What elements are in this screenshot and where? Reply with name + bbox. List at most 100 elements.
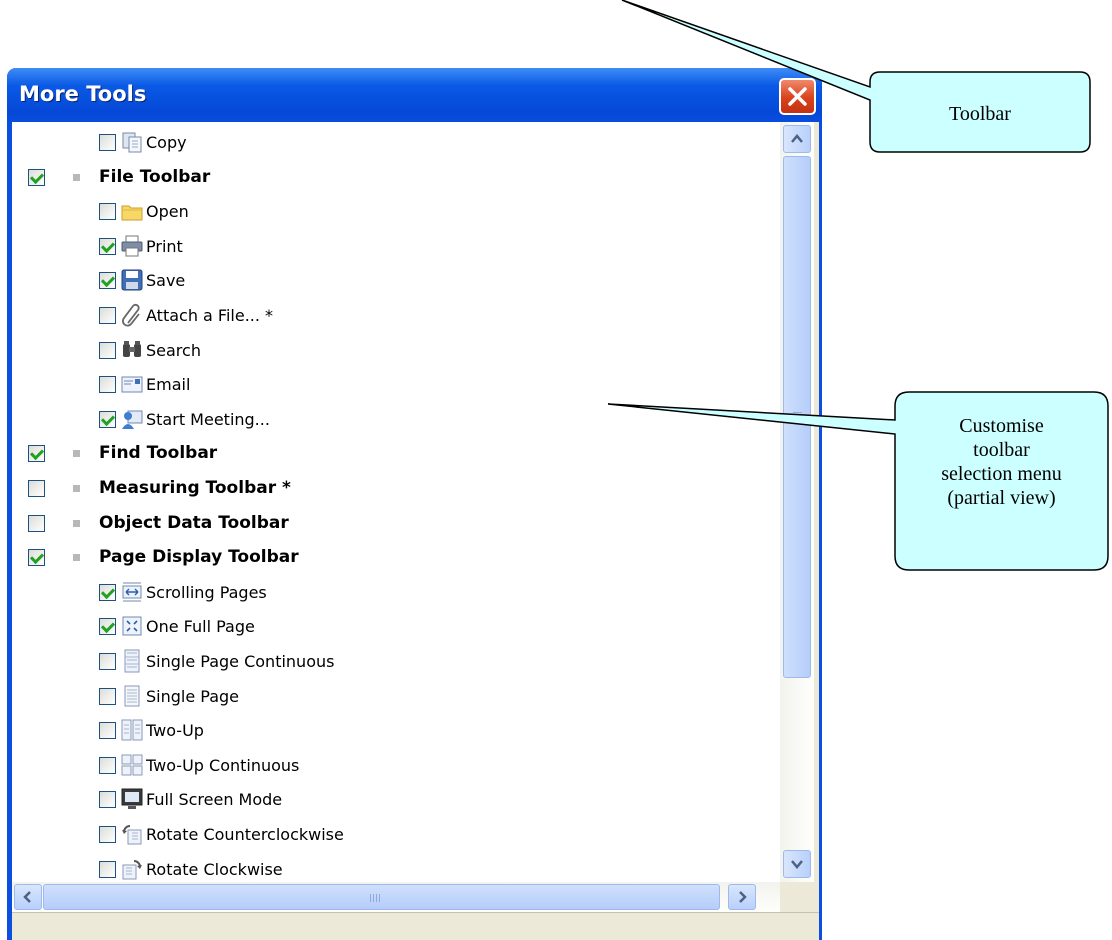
tool-item-row[interactable]: One Full Page — [99, 611, 255, 641]
tool-item-row[interactable]: Print — [99, 231, 183, 261]
tool-item-row[interactable]: Start Meeting... — [99, 404, 270, 434]
checkbox[interactable] — [99, 237, 116, 255]
checkbox[interactable] — [99, 617, 116, 635]
scroll-right-button[interactable] — [728, 884, 756, 910]
checkbox[interactable] — [99, 860, 116, 878]
tool-item-label: Single Page Continuous — [146, 651, 335, 671]
tool-item-row[interactable]: Copy — [99, 127, 187, 157]
checkbox[interactable] — [99, 825, 116, 843]
two-up-continuous-icon — [121, 754, 143, 776]
single-page-continuous-icon — [124, 649, 140, 673]
tool-item-label: Two-Up Continuous — [146, 755, 300, 775]
checkbox[interactable] — [99, 410, 116, 428]
rotate-clockwise-icon — [122, 860, 142, 880]
checkbox[interactable] — [99, 652, 116, 670]
tool-item-label: Attach a File... * — [146, 305, 274, 325]
toolbar-group-label: Find Toolbar — [99, 443, 218, 463]
tool-item-row[interactable]: Single Page Continuous — [99, 646, 334, 676]
tool-item-row[interactable]: Rotate Clockwise — [99, 854, 283, 882]
tool-item-label: Search — [146, 340, 201, 360]
printer-icon — [121, 235, 143, 257]
close-icon — [788, 87, 807, 106]
callout-customise-line: Customise — [959, 415, 1044, 437]
tool-item-row[interactable]: Single Page — [99, 681, 239, 711]
tool-item-label: Rotate Counterclockwise — [146, 824, 344, 844]
scroll-left-button[interactable] — [14, 884, 42, 910]
toolbar-group-row[interactable]: Measuring Toolbar * — [28, 473, 291, 503]
tool-item-row[interactable]: Rotate Counterclockwise — [99, 819, 344, 849]
tool-item-label: Save — [146, 270, 186, 290]
monitor-icon — [121, 788, 143, 809]
tool-item-row[interactable]: Search — [99, 335, 201, 365]
rotate-counterclockwise-icon — [122, 825, 142, 845]
tool-item-row[interactable]: Full Screen Mode — [99, 784, 282, 814]
status-bar — [12, 912, 819, 940]
toolbar-group-row[interactable]: File Toolbar — [28, 162, 210, 192]
two-up-icon — [121, 719, 143, 741]
tool-item-row[interactable]: Attach a File... * — [99, 300, 273, 330]
paperclip-icon — [122, 303, 140, 327]
checkbox[interactable] — [99, 756, 116, 774]
checkbox[interactable] — [99, 687, 116, 705]
checkbox[interactable] — [99, 271, 116, 289]
floppy-disk-icon — [121, 269, 143, 291]
tool-item-row[interactable]: Two-Up — [99, 715, 204, 745]
tool-item-label: Single Page — [146, 686, 240, 706]
tool-item-row[interactable]: Two-Up Continuous — [99, 750, 299, 780]
checkbox[interactable] — [99, 341, 116, 359]
close-button[interactable] — [779, 78, 816, 115]
tool-item-label: Full Screen Mode — [146, 789, 283, 809]
toolbar-group-row[interactable]: Find Toolbar — [28, 438, 217, 468]
chevron-left-icon — [23, 891, 31, 903]
checkbox[interactable] — [99, 306, 116, 324]
group-bullet — [73, 173, 80, 181]
toolbar-group-label: Measuring Toolbar * — [99, 478, 291, 498]
toolbar-group-label: Object Data Toolbar — [99, 513, 289, 533]
callout-customise-line: (partial view) — [947, 487, 1056, 509]
tool-list[interactable]: Copy File Toolbar Open Print Save Attach a Fi… — [12, 122, 780, 882]
checkbox[interactable] — [28, 514, 45, 532]
chevron-up-icon — [791, 134, 803, 143]
tool-item-row[interactable]: Save — [99, 265, 185, 295]
tool-item-label: One Full Page — [146, 616, 255, 636]
folder-icon — [121, 205, 143, 221]
checkbox[interactable] — [99, 790, 116, 808]
tool-item-row[interactable]: Scrolling Pages — [99, 577, 267, 607]
checkbox[interactable] — [99, 721, 116, 739]
horizontal-scrollbar[interactable] — [12, 882, 780, 912]
scrolling-pages-icon — [122, 582, 142, 602]
checkbox[interactable] — [28, 168, 45, 186]
toolbar-group-label: Page Display Toolbar — [99, 547, 299, 567]
envelope-icon — [121, 376, 143, 393]
checkbox[interactable] — [28, 444, 45, 462]
copy-icon — [122, 132, 142, 153]
fit-page-icon — [122, 616, 142, 636]
scroll-up-button[interactable] — [783, 125, 811, 153]
chevron-right-icon — [739, 891, 747, 903]
tool-item-label: Print — [146, 236, 183, 256]
callout-toolbar-text: Toolbar — [949, 103, 1011, 125]
dialog-client-area: Copy File Toolbar Open Print Save Attach a Fi… — [12, 122, 819, 940]
tool-item-row[interactable]: Email — [99, 369, 190, 399]
checkbox[interactable] — [99, 375, 116, 393]
checkbox[interactable] — [99, 202, 116, 220]
callout-customise-text: Customise toolbar selection menu (partia… — [897, 414, 1106, 510]
vertical-scrollbar[interactable] — [780, 122, 814, 882]
checkbox[interactable] — [99, 583, 116, 601]
tool-item-row[interactable]: Open — [99, 196, 189, 226]
meeting-icon — [122, 410, 143, 429]
horizontal-scroll-thumb[interactable] — [43, 884, 720, 910]
tool-item-label: Rotate Clockwise — [146, 859, 283, 879]
group-bullet — [73, 519, 80, 527]
callout-customise-line: toolbar — [973, 439, 1030, 461]
vertical-scroll-thumb[interactable] — [783, 156, 811, 678]
toolbar-group-row[interactable]: Object Data Toolbar — [28, 508, 289, 538]
checkbox[interactable] — [28, 548, 45, 566]
scroll-down-button[interactable] — [783, 850, 811, 878]
tool-item-label: Email — [146, 374, 191, 394]
title-bar[interactable]: More Tools — [7, 68, 822, 126]
checkbox[interactable] — [28, 479, 45, 497]
tool-item-label: Scrolling Pages — [146, 582, 267, 602]
toolbar-group-row[interactable]: Page Display Toolbar — [28, 542, 299, 572]
checkbox[interactable] — [99, 133, 116, 151]
